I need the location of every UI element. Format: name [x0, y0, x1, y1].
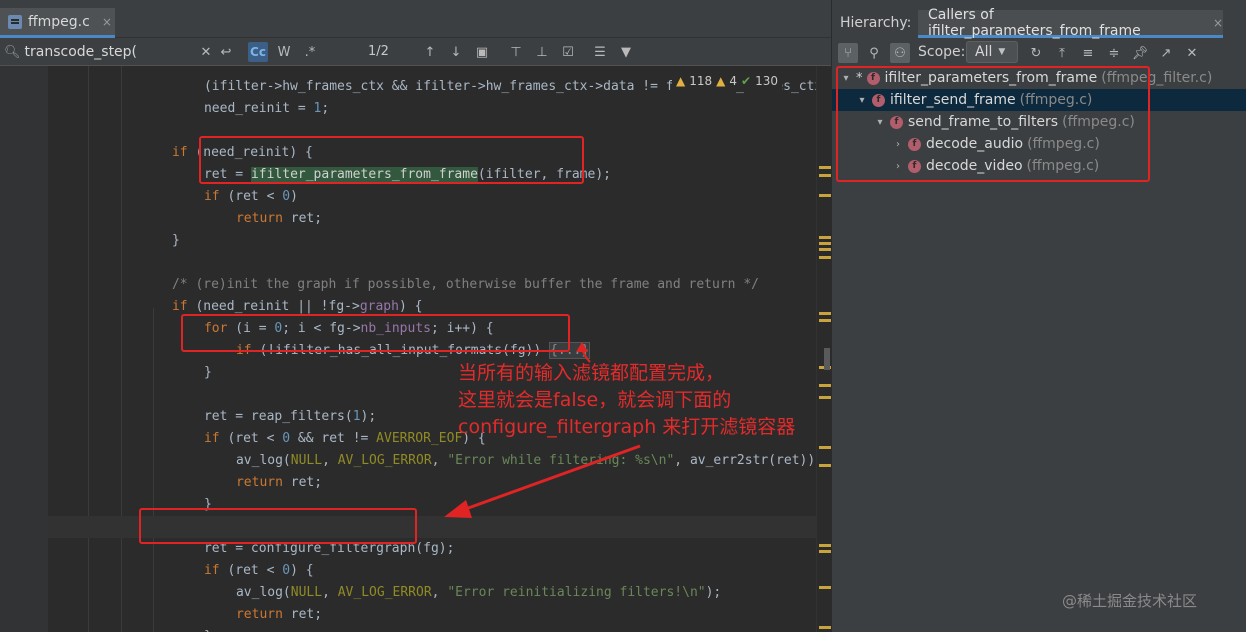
code-line: 2235} — [48, 472, 816, 512]
highlight-box-hierarchy-tree — [836, 66, 1150, 182]
highlight-box-ifilter-call — [199, 136, 584, 184]
stripe-mark[interactable] — [819, 586, 831, 589]
stripe-mark[interactable] — [819, 194, 831, 197]
c-file-icon — [8, 14, 22, 29]
annotation-line-2: 这里就会是false，就会调下面的 — [458, 389, 732, 411]
expand-all-icon[interactable]: ≡ — [1078, 43, 1098, 63]
code-line: 2240return ret; — [235, 607, 323, 622]
close-tab-icon[interactable]: × — [102, 15, 112, 29]
stripe-mark[interactable] — [819, 312, 831, 315]
code-line: 2234return ret; — [235, 475, 323, 490]
file-tab-ffmpeg-c[interactable]: ffmpeg.c × — [0, 8, 115, 38]
caller-hierarchy-icon[interactable]: ⑂ — [838, 43, 858, 63]
hierarchy-mode-icon[interactable]: ⚇ — [890, 43, 910, 63]
stripe-mark[interactable] — [819, 174, 831, 177]
code-line: 2211if (need_reinit || !fg->graph) { — [171, 299, 423, 314]
annotation-line-1: 当所有的输入滤镜都配置完成， — [458, 362, 725, 384]
stripe-mark[interactable] — [819, 550, 831, 553]
watermark: @稀土掘金技术社区 — [1062, 592, 1198, 610]
typo-count: 130 — [755, 74, 778, 88]
code-line: 2241} — [48, 604, 816, 632]
stripe-mark[interactable] — [819, 464, 831, 467]
export-icon[interactable]: ⤒ — [1052, 43, 1072, 63]
inspection-widget[interactable]: ▲ 118 ▲ 4 ✔ 130 — [672, 72, 782, 90]
stripe-mark[interactable] — [819, 248, 831, 251]
find-bar: 🔍︎ transcode_step( ✕ ↩ Cc W .* 1/2 ↑ ↓ ▣… — [0, 38, 831, 66]
hierarchy-header: Hierarchy: Callers of ifilter_parameters… — [832, 6, 1246, 39]
next-occurrence-icon[interactable]: ↓ — [446, 42, 466, 62]
regex-button[interactable]: .* — [300, 42, 320, 62]
code-line: 2207return ret; — [235, 211, 323, 226]
close-icon[interactable]: ✕ — [1182, 43, 1202, 63]
open-in-editor-icon[interactable]: ↗ — [1156, 43, 1176, 63]
highlight-box-input-formats — [181, 314, 570, 352]
highlight-box-configure-filtergraph — [139, 508, 417, 544]
refresh-icon[interactable]: ↻ — [1026, 43, 1046, 63]
stripe-mark[interactable] — [819, 396, 831, 399]
typo-icon: ✔ — [741, 74, 752, 88]
pin-icon[interactable]: 📌︎ — [1130, 43, 1150, 63]
scope-label: Scope: — [918, 44, 966, 60]
stripe-mark[interactable] — [819, 242, 831, 245]
stripe-mark[interactable] — [819, 256, 831, 259]
stripe-mark[interactable] — [819, 236, 831, 239]
stripe-mark[interactable] — [819, 166, 831, 169]
hierarchy-tab-label: Callers of ifilter_parameters_from_frame — [928, 6, 1141, 39]
match-case-button[interactable]: Cc — [248, 42, 268, 62]
warning-count: 118 — [689, 74, 713, 88]
error-stripe[interactable] — [816, 66, 831, 632]
hierarchy-toolbar: ⑂ ⚲ ⚇ Scope: All ▼ ↻ ⤒ ≡ ≑ 📌︎ ↗ ✕ — [832, 40, 1246, 66]
collapse-all-icon[interactable]: ≑ — [1104, 43, 1124, 63]
code-line: 2210/* (re)init the graph if possible, o… — [48, 252, 816, 292]
filter-options-icon[interactable]: ☰ — [590, 42, 610, 62]
new-line-icon[interactable]: ↩ — [216, 42, 236, 62]
code-line: 2203 — [48, 98, 816, 120]
chevron-down-icon: ▼ — [998, 47, 1006, 57]
hierarchy-title: Hierarchy: — [840, 15, 912, 31]
weak-warning-count: 4 — [729, 74, 738, 88]
clear-search-icon[interactable]: ✕ — [196, 42, 216, 62]
file-tab-label: ffmpeg.c — [28, 13, 90, 30]
stripe-mark[interactable] — [819, 384, 831, 387]
filter-icon[interactable]: ▼ — [616, 42, 636, 62]
code-line: 2239av_log(NULL, AV_LOG_ERROR, "Error re… — [235, 585, 722, 600]
words-button[interactable]: W — [274, 42, 294, 62]
stripe-mark[interactable] — [819, 319, 831, 322]
search-input-value: transcode_step( — [24, 44, 138, 60]
select-all-occurrences-icon[interactable]: ▣ — [472, 42, 492, 62]
warning-icon: ▲ — [676, 74, 686, 88]
line-number-gutter — [0, 66, 48, 632]
remove-occurrence-icon[interactable]: ⊥ — [532, 42, 552, 62]
previous-occurrence-icon[interactable]: ↑ — [420, 42, 440, 62]
code-line: 2209 — [48, 230, 816, 252]
callee-hierarchy-icon[interactable]: ⚲ — [864, 43, 884, 63]
close-tab-icon[interactable]: × — [1213, 16, 1223, 30]
annotation-text: 当所有的输入滤镜都配置完成， 这里就会是false，就会调下面的 configu… — [458, 360, 795, 441]
code-line: 2208} — [48, 208, 816, 248]
match-count: 1/2 — [368, 44, 389, 59]
scope-value: All — [975, 44, 993, 60]
editor-scrollbar-thumb[interactable] — [824, 348, 830, 370]
scope-select[interactable]: All ▼ — [966, 41, 1018, 63]
weak-warning-icon: ▲ — [716, 74, 726, 88]
stripe-mark[interactable] — [819, 446, 831, 449]
tab-callers-hierarchy[interactable]: Callers of ifilter_parameters_from_frame… — [918, 6, 1223, 39]
stripe-mark[interactable] — [819, 544, 831, 547]
select-all-matches-icon[interactable]: ☑ — [558, 42, 578, 62]
editor-tab-bar: ffmpeg.c × — [0, 0, 831, 38]
annotation-line-3: configure_filtergraph 来打开滤镜容器 — [458, 416, 796, 438]
add-occurrence-icon[interactable]: ⊤ — [506, 42, 526, 62]
stripe-mark[interactable] — [819, 626, 831, 629]
search-icon: 🔍︎ — [4, 44, 21, 60]
